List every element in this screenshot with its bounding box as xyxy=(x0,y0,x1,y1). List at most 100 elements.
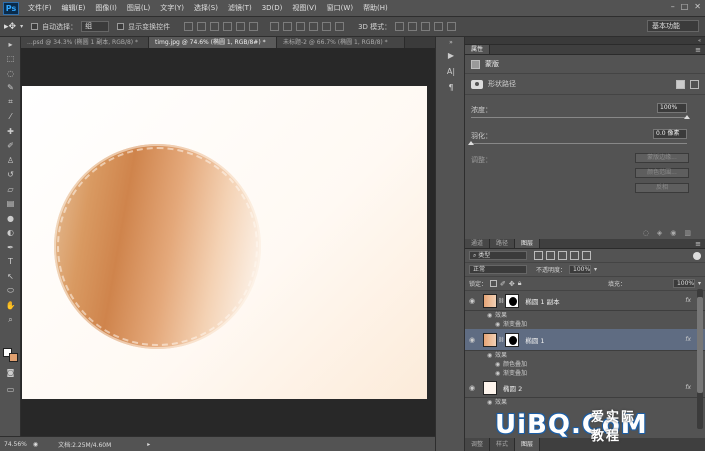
fx-icon[interactable]: fx xyxy=(685,297,691,304)
move-tool-icon[interactable]: ▸ xyxy=(0,37,21,52)
filter-toggle-icon[interactable] xyxy=(693,251,701,260)
visibility-eye-icon[interactable]: ◉ xyxy=(465,336,479,344)
quick-select-tool-icon[interactable]: ✎ xyxy=(0,81,21,96)
3d-scale-icon[interactable] xyxy=(447,22,457,31)
menu-select[interactable]: 选择(S) xyxy=(189,3,223,13)
align-vcenter-icon[interactable] xyxy=(197,22,207,31)
doc-tab[interactable]: 未标题-2 @ 66.7% (椭圆 1, RGB/8) * xyxy=(277,37,405,48)
effects-eye-icon[interactable]: ◉ xyxy=(487,311,495,320)
align-top-icon[interactable] xyxy=(184,22,194,31)
auto-select-dropdown[interactable]: 组 xyxy=(81,21,110,32)
background-color[interactable] xyxy=(9,353,18,362)
align-hcenter-icon[interactable] xyxy=(236,22,246,31)
menu-help[interactable]: 帮助(H) xyxy=(358,3,393,13)
layer-mask-thumbnail[interactable] xyxy=(505,293,520,308)
screen-mode-icon[interactable]: ▭ xyxy=(0,382,21,397)
marquee-tool-icon[interactable]: ⬚ xyxy=(0,52,21,67)
lock-all-icon[interactable]: 🔒︎ xyxy=(518,279,522,288)
doc-tab[interactable]: ...psd @ 34.3% (椭圆 1 副本, RGB/8) * xyxy=(21,37,149,48)
3d-roll-icon[interactable] xyxy=(408,22,418,31)
workspace-dropdown[interactable]: 基本功能 xyxy=(647,20,699,32)
layer-name[interactable]: 椭圆 1 副本 xyxy=(525,296,559,306)
tab-properties[interactable]: 属性 xyxy=(465,45,491,54)
visibility-eye-icon[interactable]: ◉ xyxy=(465,297,479,305)
visibility-eye-icon[interactable]: ◉ xyxy=(465,384,479,392)
tab-layers[interactable]: 图层 xyxy=(515,239,541,248)
feather-slider-knob[interactable] xyxy=(468,141,474,145)
opacity-input[interactable]: 100% xyxy=(569,265,592,274)
menu-edit[interactable]: 编辑(E) xyxy=(57,3,91,13)
filter-shape-icon[interactable] xyxy=(570,251,579,260)
filter-adjust-icon[interactable] xyxy=(546,251,555,260)
distribute-vcenter-icon[interactable] xyxy=(283,22,293,31)
tab-layers-bottom[interactable]: 图层 xyxy=(515,438,541,451)
color-range-button[interactable]: 颜色范围... xyxy=(635,168,689,178)
zoom-level[interactable]: 74.56% xyxy=(4,441,27,448)
crop-tool-icon[interactable]: ⌗ xyxy=(0,95,21,110)
invert-button[interactable]: 反相 xyxy=(635,183,689,193)
fx-icon[interactable]: fx xyxy=(685,336,691,343)
mask-type-icon[interactable] xyxy=(471,59,480,69)
mask-edge-button[interactable]: 蒙版边缘... xyxy=(635,153,689,163)
lasso-tool-icon[interactable]: ◌ xyxy=(0,66,21,81)
pixel-mask-icon[interactable] xyxy=(676,79,685,89)
density-slider-knob[interactable] xyxy=(684,115,690,119)
show-transform-checkbox[interactable] xyxy=(117,23,125,30)
distribute-hcenter-icon[interactable] xyxy=(322,22,332,31)
tab-channels[interactable]: 通道 xyxy=(465,239,491,248)
menu-filter[interactable]: 滤镜(T) xyxy=(223,3,257,13)
clone-stamp-tool-icon[interactable]: ♙ xyxy=(0,153,21,168)
effect-item[interactable]: ◉ 渐变叠加 xyxy=(465,369,705,378)
menu-type[interactable]: 文字(Y) xyxy=(155,3,189,13)
quick-mask-icon[interactable]: ◙ xyxy=(0,365,21,380)
3d-slide-icon[interactable] xyxy=(434,22,444,31)
menu-layer[interactable]: 图层(L) xyxy=(122,3,155,13)
effect-eye-icon[interactable]: ◉ xyxy=(495,369,503,378)
menu-window[interactable]: 窗口(W) xyxy=(322,3,358,13)
doc-tab-active[interactable]: timg.jpg @ 74.6% (椭圆 1, RGB/8#) * xyxy=(149,37,277,48)
fill-input[interactable]: 100% xyxy=(672,279,695,288)
gradient-tool-icon[interactable]: ▤ xyxy=(0,197,21,212)
filter-pixel-icon[interactable] xyxy=(534,251,543,260)
auto-select-checkbox[interactable] xyxy=(31,23,39,30)
move-tool-icon[interactable]: ▸✥ xyxy=(4,22,16,32)
pen-tool-icon[interactable]: ✒ xyxy=(0,240,21,255)
effects-row[interactable]: ◉ 效果 xyxy=(465,398,705,407)
egg-shell-shape[interactable] xyxy=(54,144,261,349)
filter-type-icon[interactable] xyxy=(558,251,567,260)
blur-tool-icon[interactable]: ● xyxy=(0,211,21,226)
lock-paint-icon[interactable]: ✐ xyxy=(500,280,506,288)
align-left-icon[interactable] xyxy=(223,22,233,31)
dodge-tool-icon[interactable]: ◐ xyxy=(0,226,21,241)
effects-row[interactable]: ◉ 效果 xyxy=(465,311,705,320)
lock-position-icon[interactable]: ✥ xyxy=(509,280,515,288)
menu-image[interactable]: 图像(I) xyxy=(90,3,122,13)
effects-row[interactable]: ◉ 效果 xyxy=(465,351,705,360)
layer-name[interactable]: 椭圆 1 xyxy=(525,335,544,345)
healing-brush-tool-icon[interactable]: ✚ xyxy=(0,124,21,139)
distribute-top-icon[interactable] xyxy=(270,22,280,31)
path-select-tool-icon[interactable]: ↖ xyxy=(0,269,21,284)
brush-tool-icon[interactable]: ✐ xyxy=(0,139,21,154)
paragraph-icon[interactable]: ¶ xyxy=(436,79,466,95)
effects-eye-icon[interactable]: ◉ xyxy=(487,351,495,360)
align-bottom-icon[interactable] xyxy=(210,22,220,31)
distribute-left-icon[interactable] xyxy=(309,22,319,31)
hand-tool-icon[interactable]: ✋ xyxy=(0,298,21,313)
collapse-icon[interactable]: » xyxy=(436,37,466,47)
effects-eye-icon[interactable]: ◉ xyxy=(487,398,495,407)
document-canvas[interactable] xyxy=(22,86,427,399)
collapse-icon[interactable]: « xyxy=(698,37,701,44)
color-swatches[interactable] xyxy=(3,348,19,362)
layer-filter-dropdown[interactable]: ⌕ 类型 xyxy=(469,251,527,260)
delete-mask-icon[interactable]: ▥ xyxy=(684,229,691,237)
canvas-area[interactable] xyxy=(21,48,435,436)
effect-item[interactable]: ◉ 颜色叠加 xyxy=(465,360,705,369)
status-arrow-icon[interactable]: ▸ xyxy=(147,441,150,448)
maximize-icon[interactable]: □ xyxy=(681,2,689,11)
ellipse-tool-icon[interactable]: ⬭ xyxy=(0,284,21,299)
tool-preset-chevron-icon[interactable]: ▾ xyxy=(20,23,23,30)
blend-mode-dropdown[interactable]: 正常 xyxy=(469,265,527,274)
type-tool-icon[interactable]: T xyxy=(0,255,21,270)
close-icon[interactable]: ✕ xyxy=(694,2,701,11)
